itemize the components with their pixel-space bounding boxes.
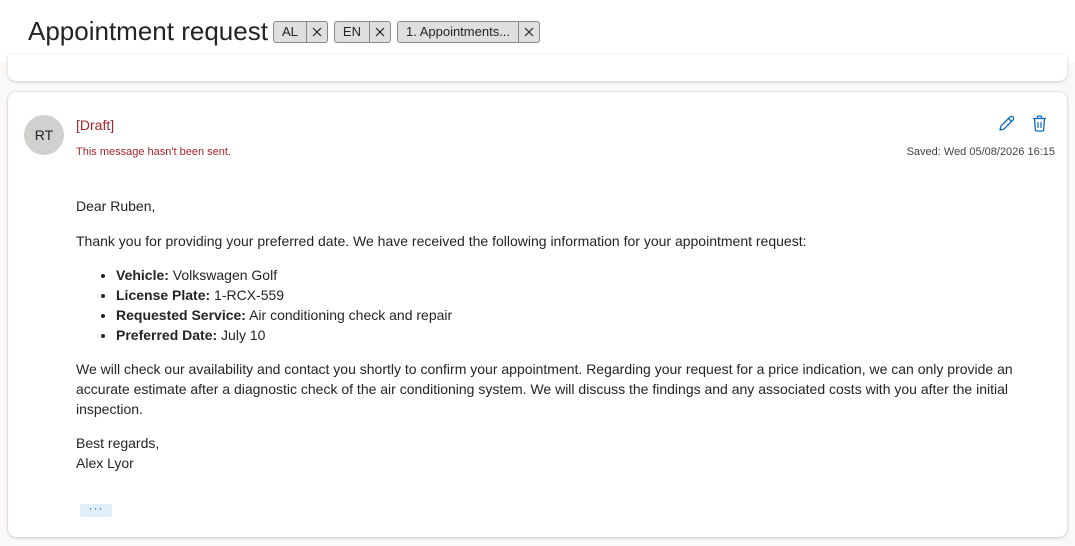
- draft-message-card: RT [Draft] This message hasn't been sent…: [8, 92, 1067, 537]
- category-tag-en[interactable]: EN: [333, 21, 391, 43]
- greeting-text: Dear Ruben,: [76, 198, 156, 214]
- detail-label: Preferred Date:: [116, 327, 218, 343]
- detail-value: July 10: [217, 327, 266, 343]
- close-icon[interactable]: [368, 22, 390, 42]
- email-reading-pane: Appointment request AL EN 1. Appointment…: [0, 0, 1075, 546]
- category-tag-label: AL: [282, 24, 298, 39]
- detail-label: Vehicle:: [116, 267, 169, 283]
- trash-icon[interactable]: [1030, 114, 1049, 133]
- avatar[interactable]: RT: [24, 115, 64, 155]
- close-icon[interactable]: [518, 22, 539, 42]
- show-trimmed-content-button[interactable]: ···: [80, 502, 112, 517]
- category-tag-appointments[interactable]: 1. Appointments...: [396, 21, 541, 43]
- message-actions: [997, 114, 1049, 133]
- category-tag-al[interactable]: AL: [273, 21, 328, 43]
- detail-label: Requested Service:: [116, 307, 246, 323]
- detail-value: Volkswagen Golf: [168, 267, 278, 283]
- category-tag-label: 1. Appointments...: [405, 24, 511, 39]
- closing-text: Best regards,: [76, 435, 160, 451]
- list-item: Requested Service: Air conditioning chec…: [116, 305, 1036, 325]
- availability-text: We will check our availability and conta…: [76, 361, 1013, 417]
- category-tag-label: EN: [342, 24, 361, 39]
- conversation-subject: Appointment request: [28, 16, 268, 46]
- message-body: Dear Ruben, Thank you for providing your…: [76, 196, 1036, 473]
- previous-message-card[interactable]: [8, 54, 1067, 81]
- signature-text: Alex Lyor: [76, 455, 134, 471]
- draft-status-label[interactable]: [Draft]: [76, 117, 114, 133]
- detail-value: 1-RCX-559: [210, 287, 285, 303]
- pencil-icon[interactable]: [997, 114, 1016, 133]
- unsent-note: This message hasn't been sent.: [76, 146, 231, 158]
- saved-timestamp: Saved: Wed 05/08/2026 16:15: [906, 146, 1055, 158]
- conversation-header: Appointment request AL EN 1. Appointment…: [0, 0, 1075, 62]
- list-item: Vehicle: Volkswagen Golf: [116, 265, 1036, 285]
- detail-value: Air conditioning check and repair: [245, 307, 453, 323]
- close-icon[interactable]: [305, 22, 327, 42]
- intro-text: Thank you for providing your preferred d…: [76, 233, 807, 249]
- list-item: Preferred Date: July 10: [116, 325, 1036, 345]
- appointment-details-list: Vehicle: Volkswagen Golf License Plate: …: [76, 265, 1036, 345]
- list-item: License Plate: 1-RCX-559: [116, 285, 1036, 305]
- detail-label: License Plate:: [116, 287, 211, 303]
- category-tags: AL EN 1. Appointments...: [273, 21, 541, 43]
